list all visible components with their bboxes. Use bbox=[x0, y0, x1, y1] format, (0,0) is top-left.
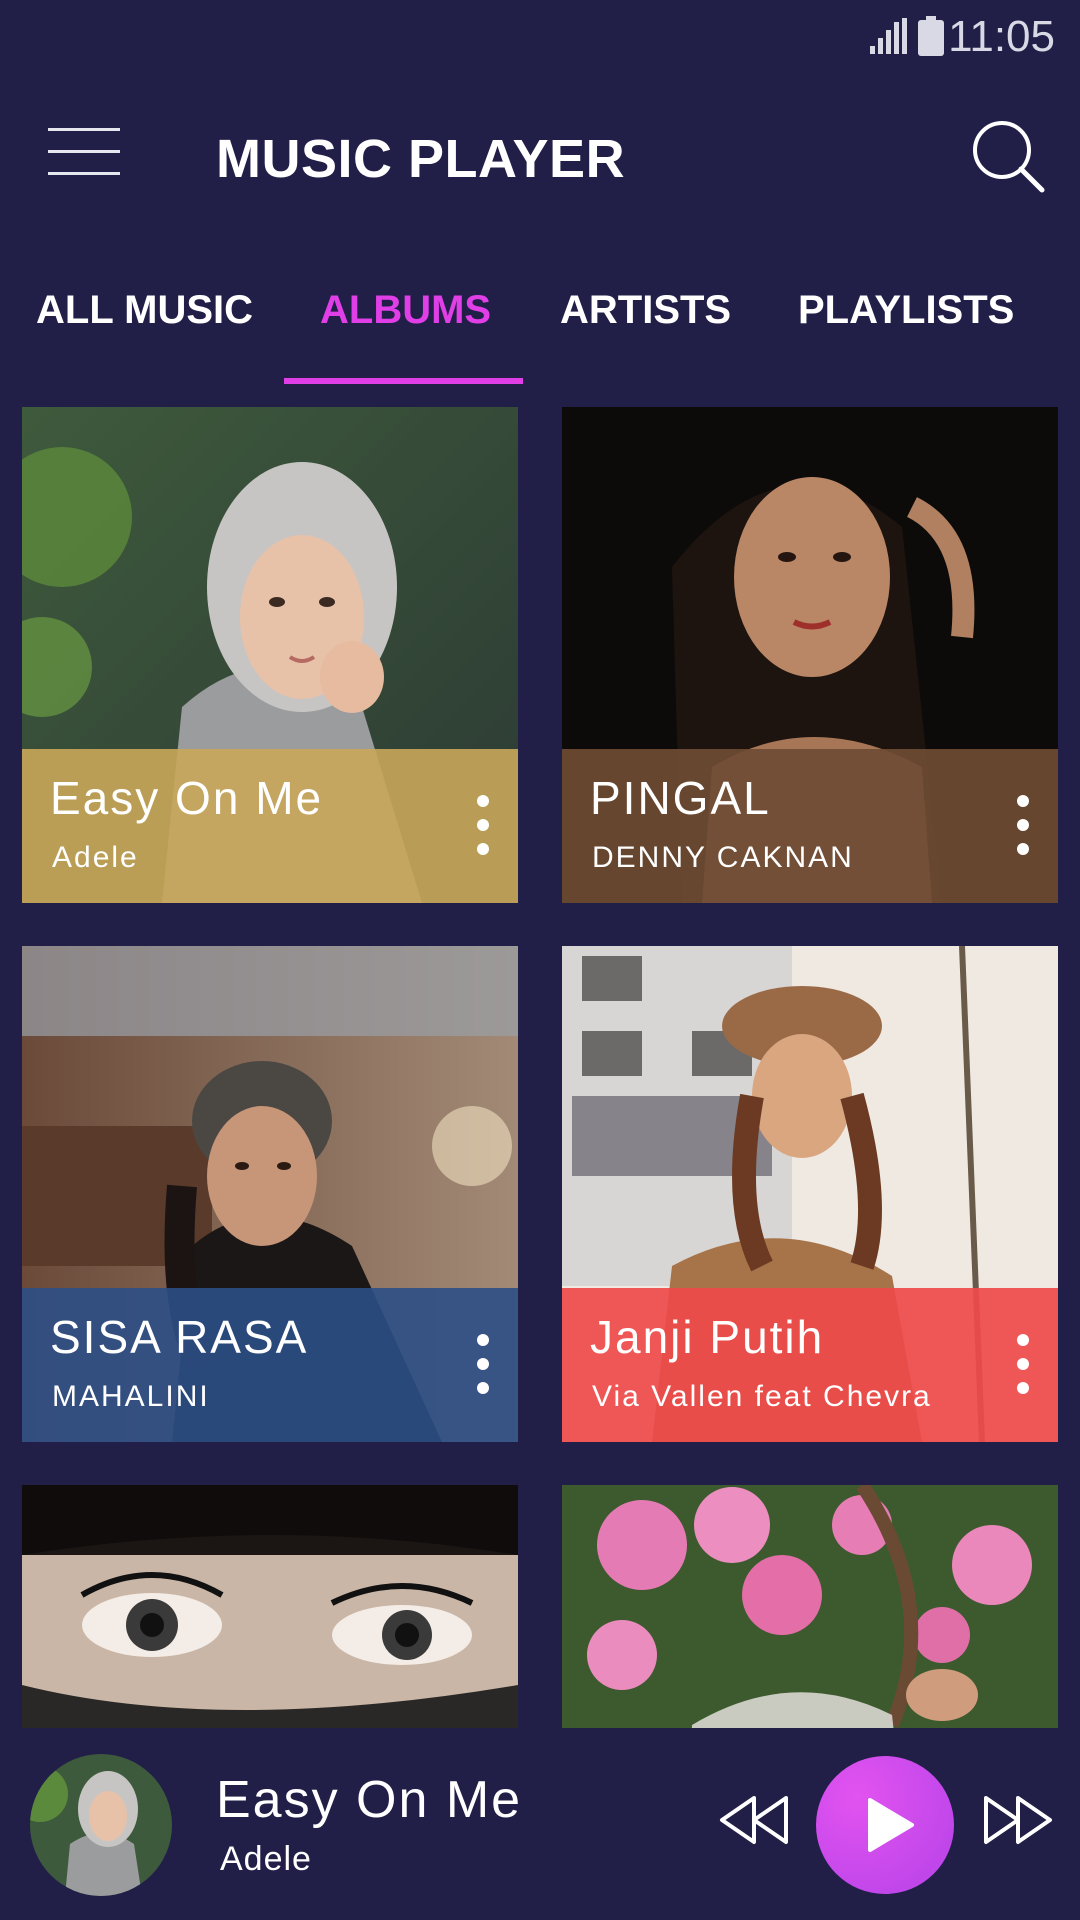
tab-artists[interactable]: ARTISTS bbox=[560, 288, 731, 333]
more-options-icon[interactable] bbox=[1008, 795, 1038, 859]
more-options-icon[interactable] bbox=[468, 1334, 498, 1398]
menu-icon[interactable] bbox=[48, 128, 120, 176]
album-cover-image bbox=[22, 1485, 518, 1728]
album-artist: Adele bbox=[52, 841, 139, 874]
album-artist: MAHALINI bbox=[52, 1380, 210, 1413]
album-cover-image bbox=[562, 1485, 1058, 1728]
app-header: MUSIC PLAYER bbox=[0, 78, 1080, 238]
now-playing-thumbnail bbox=[30, 1754, 172, 1896]
album-title: PINGAL bbox=[590, 772, 771, 824]
album-artist: Via Vallen feat Chevra bbox=[592, 1380, 932, 1413]
album-card-6[interactable] bbox=[562, 1485, 1058, 1728]
album-title: Janji Putih bbox=[590, 1311, 825, 1363]
album-card-overlay: SISA RASA MAHALINI bbox=[22, 1288, 518, 1442]
album-card-overlay: Easy On Me Adele bbox=[22, 749, 518, 903]
album-card-sisa-rasa[interactable]: SISA RASA MAHALINI bbox=[22, 946, 518, 1442]
tab-bar: ALL MUSIC ALBUMS ARTISTS PLAYLISTS bbox=[0, 270, 1080, 384]
album-title: SISA RASA bbox=[50, 1311, 309, 1363]
album-card-overlay: PINGAL DENNY CAKNAN bbox=[562, 749, 1058, 903]
status-time: 11:05 bbox=[948, 12, 1055, 61]
album-artist: DENNY CAKNAN bbox=[592, 841, 854, 874]
tab-all-music[interactable]: ALL MUSIC bbox=[36, 288, 253, 333]
album-card-janji-putih[interactable]: Janji Putih Via Vallen feat Chevra bbox=[562, 946, 1058, 1442]
now-playing-title: Easy On Me bbox=[216, 1771, 523, 1829]
album-title: Easy On Me bbox=[50, 772, 324, 824]
battery-icon bbox=[918, 16, 944, 56]
tab-playlists[interactable]: PLAYLISTS bbox=[798, 288, 1014, 333]
rewind-icon[interactable] bbox=[718, 1794, 790, 1846]
now-playing-bar[interactable]: Easy On Me Adele bbox=[0, 1728, 1080, 1920]
more-options-icon[interactable] bbox=[1008, 1334, 1038, 1398]
album-card-5[interactable] bbox=[22, 1485, 518, 1728]
album-card-easy-on-me[interactable]: Easy On Me Adele bbox=[22, 407, 518, 903]
fast-forward-icon[interactable] bbox=[982, 1794, 1054, 1846]
page-title: MUSIC PLAYER bbox=[216, 129, 626, 189]
tab-albums[interactable]: ALBUMS bbox=[320, 288, 491, 333]
more-options-icon[interactable] bbox=[468, 795, 498, 859]
signal-icon bbox=[870, 18, 907, 54]
play-button[interactable] bbox=[816, 1756, 954, 1894]
album-grid: Easy On Me Adele PINGAL DENNY CAKNAN SIS… bbox=[0, 384, 1080, 1728]
search-icon[interactable] bbox=[970, 118, 1046, 194]
status-bar: 11:05 bbox=[0, 0, 1080, 78]
album-card-overlay: Janji Putih Via Vallen feat Chevra bbox=[562, 1288, 1058, 1442]
album-card-pingal[interactable]: PINGAL DENNY CAKNAN bbox=[562, 407, 1058, 903]
play-icon bbox=[868, 1798, 914, 1852]
now-playing-artist: Adele bbox=[220, 1840, 312, 1878]
